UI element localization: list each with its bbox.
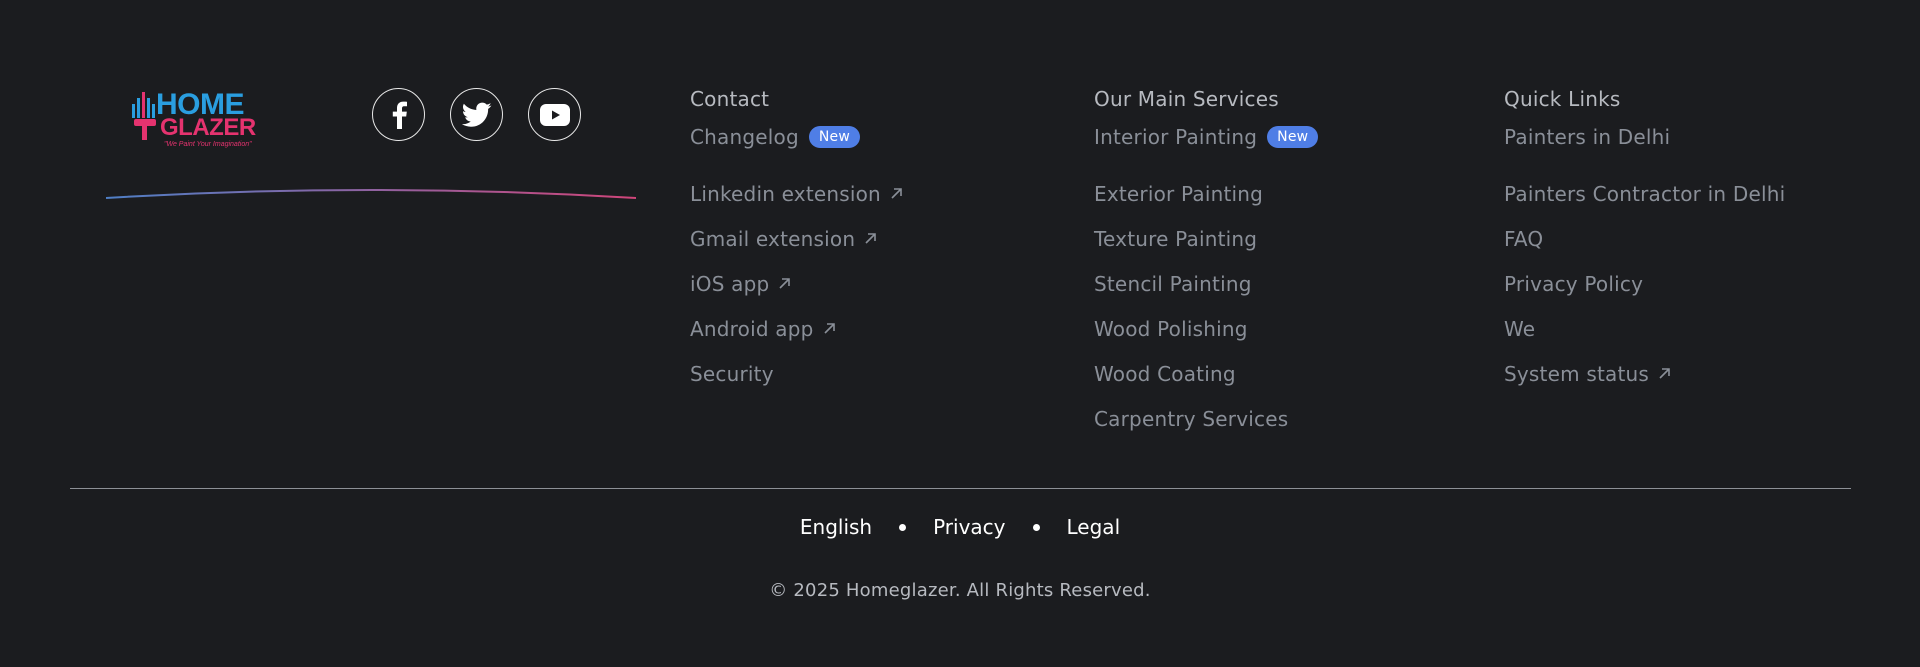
decorative-curve-divider [106, 189, 636, 199]
facebook-link[interactable] [372, 88, 425, 141]
external-link-icon [891, 188, 902, 199]
texture-painting-link[interactable]: Texture Painting [1094, 227, 1257, 251]
language-link[interactable]: English [800, 515, 872, 539]
quick-links-list: Painters in Delhi Painters Contractor in… [1504, 125, 1785, 396]
external-link-icon [865, 233, 877, 244]
gmail-extension-link[interactable]: Gmail extension [690, 227, 855, 251]
separator-dot [1032, 523, 1040, 531]
list-item[interactable]: iOS app [690, 261, 903, 306]
system-status-link[interactable]: System status [1504, 362, 1649, 386]
carpentry-services-link[interactable]: Carpentry Services [1094, 407, 1288, 431]
list-item[interactable]: Stencil Painting [1094, 261, 1318, 306]
services-heading: Our Main Services [1094, 87, 1279, 111]
interior-painting-link[interactable]: Interior Painting [1094, 125, 1257, 149]
list-item[interactable]: Security [690, 351, 903, 396]
list-item[interactable]: Linkedin extension [690, 171, 903, 216]
copyright-text: © 2025 Homeglazer. All Rights Reserved. [769, 580, 1151, 601]
list-item[interactable]: Painters Contractor in Delhi [1504, 171, 1785, 216]
contact-heading: Contact [690, 87, 770, 111]
twitter-icon [461, 102, 491, 127]
list-item[interactable]: Wood Coating [1094, 351, 1318, 396]
list-item[interactable]: Changelog New [690, 125, 903, 149]
quick-links-heading: Quick Links [1504, 87, 1621, 111]
new-badge: New [1267, 126, 1319, 148]
homeglazer-logo[interactable]: HOME GLAZER "We Paint Your Imagination" [130, 86, 276, 148]
privacy-link[interactable]: Privacy [933, 515, 1005, 539]
list-item[interactable]: We [1504, 306, 1785, 351]
faq-link[interactable]: FAQ [1504, 227, 1543, 251]
logo-tagline: "We Paint Your Imagination" [164, 141, 252, 148]
changelog-link[interactable]: Changelog [690, 125, 799, 149]
list-item[interactable]: Wood Polishing [1094, 306, 1318, 351]
list-item[interactable]: Interior Painting New [1094, 125, 1319, 149]
wood-coating-link[interactable]: Wood Coating [1094, 362, 1236, 386]
list-item[interactable]: System status [1504, 351, 1785, 396]
footer-divider [70, 488, 1851, 489]
contact-list: Changelog New Linkedin extension Gmail e… [690, 125, 903, 396]
facebook-icon [392, 101, 407, 129]
external-link-icon [1659, 368, 1670, 379]
list-item[interactable]: Gmail extension [690, 216, 903, 261]
list-item[interactable]: Android app [690, 306, 903, 351]
stencil-painting-link[interactable]: Stencil Painting [1094, 272, 1252, 296]
list-item[interactable]: Carpentry Services [1094, 396, 1318, 441]
android-app-link[interactable]: Android app [690, 317, 814, 341]
exterior-painting-link[interactable]: Exterior Painting [1094, 182, 1263, 206]
we-link[interactable]: We [1504, 317, 1535, 341]
social-links [372, 88, 581, 141]
painters-in-delhi-link[interactable]: Painters in Delhi [1504, 125, 1670, 149]
legal-link[interactable]: Legal [1067, 515, 1121, 539]
list-item[interactable]: Painters in Delhi [1504, 125, 1785, 149]
list-item[interactable]: Privacy Policy [1504, 261, 1785, 306]
list-item[interactable]: Exterior Painting [1094, 171, 1318, 216]
quick-links-column: Quick Links Painters in Delhi Painters C… [1504, 84, 1785, 396]
external-link-icon [779, 278, 791, 289]
services-column: Our Main Services Interior Painting New … [1094, 84, 1319, 441]
logo-wordmark-bottom: GLAZER [160, 114, 256, 141]
services-list: Interior Painting New Exterior Painting … [1094, 125, 1319, 441]
security-link[interactable]: Security [690, 362, 774, 386]
new-badge: New [808, 126, 861, 148]
youtube-link[interactable] [528, 88, 581, 141]
external-link-icon [823, 323, 835, 334]
youtube-icon [539, 103, 570, 126]
linkedin-extension-link[interactable]: Linkedin extension [690, 182, 881, 206]
site-footer: HOME GLAZER "We Paint Your Imagination" [0, 0, 1920, 667]
bottom-links: English Privacy Legal [0, 515, 1920, 539]
twitter-link[interactable] [450, 88, 503, 141]
wood-polishing-link[interactable]: Wood Polishing [1094, 317, 1248, 341]
ios-app-link[interactable]: iOS app [690, 272, 769, 296]
list-item[interactable]: FAQ [1504, 216, 1785, 261]
privacy-policy-link[interactable]: Privacy Policy [1504, 272, 1643, 296]
painters-contractor-link[interactable]: Painters Contractor in Delhi [1504, 182, 1785, 206]
contact-column: Contact Changelog New Linkedin extension… [690, 84, 903, 396]
separator-dot [899, 523, 907, 531]
list-item[interactable]: Texture Painting [1094, 216, 1318, 261]
